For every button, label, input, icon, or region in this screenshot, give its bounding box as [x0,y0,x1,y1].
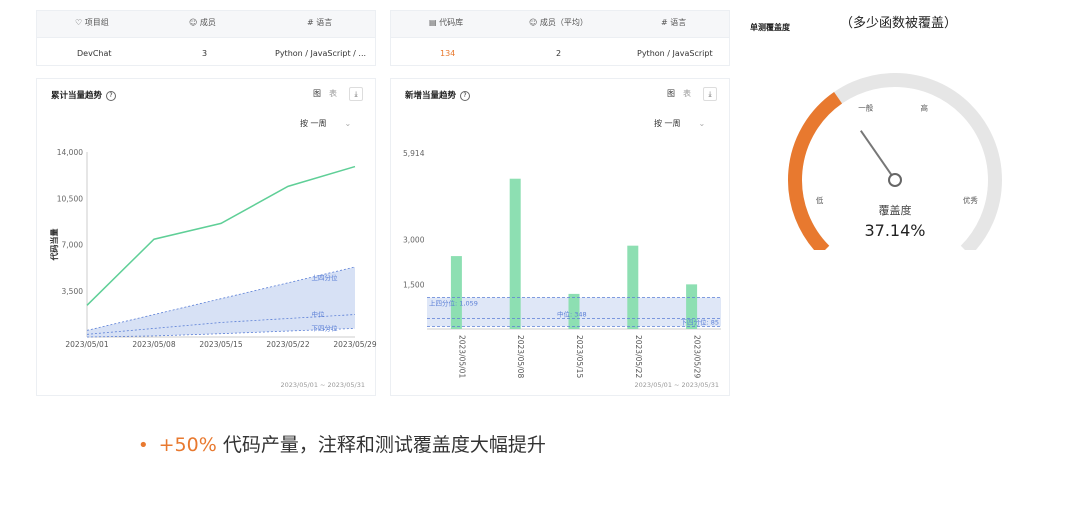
language-value: Python / JavaScript [637,49,713,58]
band-label-median: 中位 [311,310,325,319]
table-header: ♡ 项目组 ☺ 成员 # 语言 [37,11,375,38]
gauge-title: 单测覆盖度 [750,23,790,32]
bullet-highlight: +50% [158,434,217,456]
chevron-down-icon: ⌄ [698,119,706,128]
new-bar-chart: 1,500 3,000 5,914 上四分位: 1,059 中位: 348 下四分位: 8… [403,149,721,378]
reference-label-median: 中位: 348 [557,310,587,319]
group-value: DevChat [77,49,112,58]
members-icon: ☺ [189,18,198,27]
band-label-lower: 下四分位 [311,323,338,332]
x-tick-label: 2023/05/22 [634,335,643,378]
help-icon[interactable]: ? [460,90,471,101]
hash-icon: # [661,18,668,27]
cumulative-line-chart: 3,5007,00010,50014,000代码当量上四分位中位下四分位2023… [49,148,377,349]
view-toggle: 图表 [663,87,695,100]
bar [509,178,521,329]
reference-label-lower: 下四分位: 85 [680,317,719,326]
gauge-caption: 覆盖度 [879,203,912,217]
repo-icon: ▤ [429,18,437,27]
gauge-scale-label: 低 [816,195,824,205]
members-header: ☺ 成员 [189,18,216,27]
gauge-scale-label: 一般 [858,103,873,113]
gauge-value: 37.14% [864,221,925,240]
x-tick-label: 2023/05/15 [199,340,242,349]
repo-header: ▤ 代码库 [429,18,464,27]
y-tick-label: 3,000 [403,236,425,245]
group-icon: ♡ [75,18,83,27]
table-view-tab[interactable]: 表 [679,87,695,100]
period-select[interactable]: 按 一周 ⌄ [654,118,705,129]
y-tick-label: 1,500 [403,280,425,289]
x-tick-label: 2023/05/29 [333,340,376,349]
hash-icon: # [307,18,314,27]
avg-members-header: ☺ 成员（平均） [529,18,588,27]
x-tick-label: 2023/05/22 [266,340,309,349]
bullet-text: 代码产量，注释和测试覆盖度大幅提升 [216,434,546,456]
date-range: 2023/05/01 ~ 2023/05/31 [280,381,365,389]
group-header: ♡ 项目组 [75,18,109,27]
y-tick-label: 3,500 [62,287,84,296]
members-icon: ☺ [529,18,538,27]
card-title: 新增当量趋势? [405,89,471,101]
y-tick-label: 10,500 [57,194,83,203]
download-icon[interactable]: ⤓ [703,87,717,101]
help-icon[interactable]: ? [106,90,117,101]
chevron-down-icon: ⌄ [344,119,352,128]
gauge-scale-label: 高 [920,103,928,113]
x-tick-label: 2023/05/08 [132,340,175,349]
download-icon[interactable]: ⤓ [349,87,363,101]
gauge-scale-label: 优秀 [963,195,978,205]
y-tick-label: 5,914 [403,149,425,158]
language-value: Python / JavaScript / ... [275,49,367,58]
card-title: 累计当量趋势? [51,89,117,101]
x-tick-label: 2023/05/08 [516,335,525,378]
y-axis-label: 代码当量 [49,229,59,262]
x-tick-label: 2023/05/29 [693,335,702,378]
gauge-pivot [888,173,902,187]
date-range: 2023/05/01 ~ 2023/05/31 [634,381,719,389]
avg-members-value: 2 [556,49,562,58]
language-header: # 语言 [661,18,687,27]
project-summary-table: ♡ 项目组 ☺ 成员 # 语言 DevChat 3 Python / JavaS… [36,10,376,66]
reference-label-upper: 上四分位: 1,059 [429,298,478,307]
y-tick-label: 7,000 [62,241,84,250]
members-value: 3 [202,49,208,58]
new-trend-card: 新增当量趋势? 图表 ⤓ 按 一周 ⌄ 1,500 3,000 5,914 上四分位: … [390,78,730,396]
x-tick-label: 2023/05/01 [457,335,466,378]
bar [450,256,462,329]
table-view-tab[interactable]: 表 [325,87,341,100]
x-tick-label: 2023/05/15 [575,335,584,378]
view-toggle: 图表 [309,87,341,100]
cumulative-trend-card: 累计当量趋势? 图表 ⤓ 按 一周 ⌄ 3,500 7,000 10,500 14,00… [36,78,377,396]
highlight-bullet: • +50% 代码产量，注释和测试覆盖度大幅提升 [138,430,546,457]
y-tick-label: 14,000 [57,148,83,157]
language-header: # 语言 [307,18,333,27]
chart-view-tab[interactable]: 图 [663,87,679,100]
gauge-value-arc [788,92,843,250]
table-header: ▤ 代码库 ☺ 成员（平均） # 语言 [391,11,729,38]
period-select[interactable]: 按 一周 ⌄ [300,118,351,129]
repo-count-link[interactable]: 134 [440,49,455,58]
bar [627,245,639,329]
gauge-annotation: （多少函数被覆盖） [840,16,958,31]
gauge-needle [860,130,896,181]
x-tick-label: 2023/05/01 [65,340,108,349]
coverage-gauge: 低 一般 高优秀覆盖度 37.14% [788,73,1002,250]
band-label-upper: 上四分位 [311,273,338,282]
repo-summary-table: ▤ 代码库 ☺ 成员（平均） # 语言 134 2 Python / JavaS… [390,10,730,66]
bullet-dot-icon: • [138,435,149,456]
chart-view-tab[interactable]: 图 [309,87,325,100]
